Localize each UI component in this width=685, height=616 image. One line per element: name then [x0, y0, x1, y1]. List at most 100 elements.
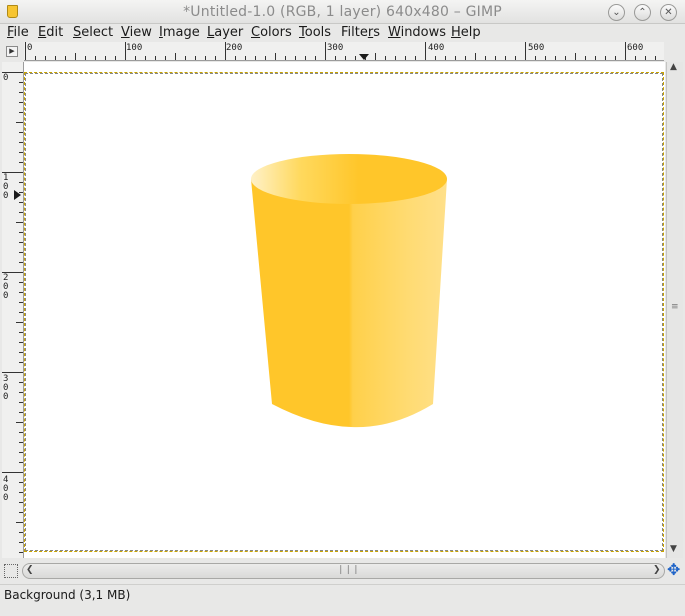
image-menu-button[interactable]: ▶	[6, 46, 18, 57]
ruler-tick	[2, 72, 23, 73]
ruler-tick	[65, 56, 66, 60]
ruler-tick	[205, 56, 206, 60]
ruler-tick	[335, 56, 336, 60]
ruler-tick	[245, 56, 246, 60]
ruler-label-400: 400	[428, 43, 445, 53]
ruler-tick	[495, 56, 496, 60]
minimize-button[interactable]: ⌄	[608, 4, 625, 21]
ruler-tick	[575, 53, 576, 60]
menu-tools[interactable]: Tools	[299, 25, 331, 40]
ruler-tick	[615, 56, 616, 60]
quick-mask-toggle[interactable]	[4, 564, 18, 578]
play-arrow-icon: ▶	[9, 47, 15, 55]
ruler-tick	[75, 53, 76, 60]
cup-rim	[251, 154, 447, 204]
navigate-icon[interactable]: ✥	[667, 562, 680, 578]
menu-layer[interactable]: Layer	[207, 25, 243, 40]
ruler-tick	[425, 42, 426, 60]
ruler-tick	[315, 56, 316, 60]
ruler-label-v-300: 300	[3, 374, 9, 402]
menu-image[interactable]: Image	[159, 25, 200, 40]
ruler-tick	[295, 56, 296, 60]
chevron-up-icon: ⌃	[638, 7, 647, 18]
ruler-tick	[115, 56, 116, 60]
close-button[interactable]: ✕	[660, 4, 677, 21]
horizontal-scrollbar[interactable]: ❮ ❘❘❘ ❯	[22, 563, 665, 579]
ruler-tick	[155, 56, 156, 60]
horizontal-ruler[interactable]: 0 100 200 300 400 500 600	[24, 42, 664, 61]
ruler-label-v-400: 400	[3, 475, 9, 503]
ruler-tick	[505, 56, 506, 60]
ruler-tick	[485, 56, 486, 60]
ruler-label-200: 200	[226, 43, 243, 53]
ruler-label-100: 100	[126, 43, 143, 53]
ruler-tick	[2, 372, 23, 373]
ruler-tick	[325, 42, 326, 60]
ruler-label-300: 300	[327, 43, 344, 53]
ruler-tick	[405, 56, 406, 60]
ruler-tick	[55, 56, 56, 60]
ruler-tick	[195, 56, 196, 60]
ruler-tick	[265, 56, 266, 60]
ruler-tick	[525, 42, 526, 60]
ruler-tick	[645, 56, 646, 60]
ruler-label-v-100: 100	[3, 173, 9, 201]
menu-bar: File Edit Select View Image Layer Colors…	[0, 24, 685, 42]
menu-file[interactable]: File	[7, 25, 29, 40]
menu-select[interactable]: Select	[73, 25, 113, 40]
ruler-tick	[475, 53, 476, 60]
ruler-tick	[16, 322, 23, 323]
ruler-tick	[655, 56, 656, 60]
ruler-tick	[355, 56, 356, 60]
ruler-tick	[585, 56, 586, 60]
bottom-scroll-row: ❮ ❘❘❘ ❯ ✥	[0, 560, 685, 582]
chevron-down-icon: ⌄	[612, 7, 621, 18]
maximize-button[interactable]: ⌃	[634, 4, 651, 21]
ruler-tick	[555, 56, 556, 60]
scroll-up-icon[interactable]: ▲	[670, 62, 677, 72]
ruler-tick	[225, 42, 226, 60]
ruler-tick	[445, 56, 446, 60]
menu-filters[interactable]: Filters	[341, 25, 380, 40]
vertical-ruler[interactable]: 0 100 200 300 400	[2, 62, 24, 558]
pointer-position-marker-v	[14, 190, 21, 200]
menu-view[interactable]: View	[121, 25, 152, 40]
ruler-tick	[16, 222, 23, 223]
ruler-tick	[105, 56, 106, 60]
status-bar: Background (3,1 MB)	[0, 584, 685, 608]
ruler-tick	[605, 56, 606, 60]
ruler-tick	[16, 422, 23, 423]
ruler-tick	[635, 56, 636, 60]
ruler-tick	[305, 56, 306, 60]
ruler-tick	[165, 56, 166, 60]
vertical-scrollbar[interactable]: ▲ ≡ ▼	[666, 62, 683, 558]
menu-windows[interactable]: Windows	[388, 25, 446, 40]
ruler-tick	[45, 56, 46, 60]
ruler-label-v-0: 0	[3, 73, 9, 83]
ruler-tick	[95, 56, 96, 60]
layer-status: Background (3,1 MB)	[4, 588, 131, 602]
ruler-tick	[85, 56, 86, 60]
ruler-label-600: 600	[627, 43, 644, 53]
ruler-tick	[175, 53, 176, 60]
ruler-tick	[565, 56, 566, 60]
pointer-position-marker-h	[359, 54, 369, 60]
ruler-tick	[145, 56, 146, 60]
ruler-tick	[595, 56, 596, 60]
image-canvas[interactable]	[24, 62, 665, 558]
ruler-tick	[625, 42, 626, 60]
ruler-label-v-200: 200	[3, 273, 9, 301]
menu-help[interactable]: Help	[451, 25, 481, 40]
ruler-tick	[275, 53, 276, 60]
ruler-tick	[16, 122, 23, 123]
ruler-tick	[345, 56, 346, 60]
ruler-tick	[2, 172, 23, 173]
scroll-right-icon[interactable]: ❯	[653, 565, 661, 575]
scroll-grip-icon: ≡	[671, 302, 679, 312]
menu-colors[interactable]: Colors	[251, 25, 292, 40]
ruler-tick	[35, 56, 36, 60]
scroll-down-icon[interactable]: ▼	[670, 544, 677, 554]
menu-edit[interactable]: Edit	[38, 25, 63, 40]
ruler-tick	[2, 272, 23, 273]
scroll-left-icon[interactable]: ❮	[26, 565, 34, 575]
